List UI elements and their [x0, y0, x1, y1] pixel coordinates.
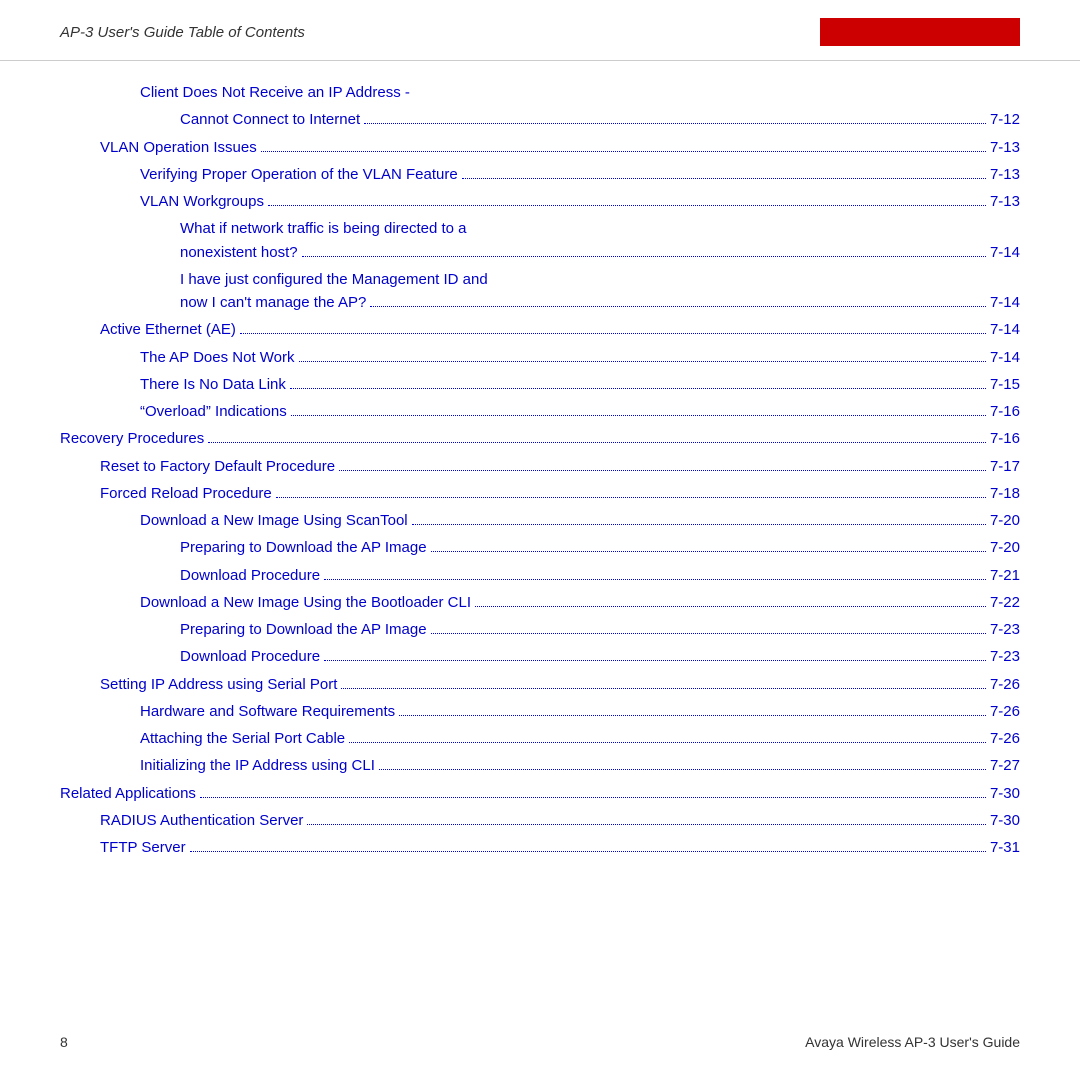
toc-entry-entry2: Cannot Connect to Internet 7-12	[60, 108, 1020, 131]
toc-entry-text: TFTP Server	[100, 836, 186, 859]
toc-entry-entry5: VLAN Workgroups 7-13	[60, 190, 1020, 213]
toc-entry-line2: now I can't manage the AP?7-14	[180, 291, 1020, 314]
toc-entry-text: Forced Reload Procedure	[100, 482, 272, 505]
toc-entry-page: 7-12	[990, 108, 1020, 131]
toc-entry-page: 7-23	[990, 645, 1020, 668]
toc-entry-text: Download Procedure	[180, 645, 320, 668]
toc-entry-text: RADIUS Authentication Server	[100, 809, 303, 832]
toc-entry-page: 7-21	[990, 564, 1020, 587]
toc-entry-text: VLAN Operation Issues	[100, 136, 257, 159]
toc-entry-entry20: Download Procedure 7-23	[60, 645, 1020, 668]
toc-entry-page: 7-16	[990, 427, 1020, 450]
toc-entry-entry13: Reset to Factory Default Procedure 7-17	[60, 455, 1020, 478]
footer-page-number: 8	[60, 1034, 68, 1050]
toc-entry-page: 7-26	[990, 673, 1020, 696]
toc-entry-text: Recovery Procedures	[60, 427, 204, 450]
toc-entry-text: Setting IP Address using Serial Port	[100, 673, 337, 696]
toc-content: Client Does Not Receive an IP Address - C…	[0, 61, 1080, 859]
toc-entry-text: Download a New Image Using the Bootloade…	[140, 591, 471, 614]
toc-entry-entry22: Hardware and Software Requirements 7-26	[60, 700, 1020, 723]
toc-entry-text: Preparing to Download the AP Image	[180, 536, 427, 559]
toc-entry-page: 7-14	[990, 318, 1020, 341]
toc-entry-entry9: The AP Does Not Work 7-14	[60, 346, 1020, 369]
toc-entry-text: Related Applications	[60, 782, 196, 805]
toc-entry-page: 7-20	[990, 536, 1020, 559]
toc-entry-entry21: Setting IP Address using Serial Port 7-26	[60, 673, 1020, 696]
toc-entry-text: Hardware and Software Requirements	[140, 700, 395, 723]
toc-entry-entry10: There Is No Data Link 7-15	[60, 373, 1020, 396]
toc-entry-line1: What if network traffic is being directe…	[180, 217, 1020, 240]
toc-entry-text: Active Ethernet (AE)	[100, 318, 236, 341]
toc-entry-text: Download a New Image Using ScanTool	[140, 509, 408, 532]
toc-entry-page: 7-13	[990, 190, 1020, 213]
toc-entry-text: Initializing the IP Address using CLI	[140, 754, 375, 777]
toc-entry-entry18: Download a New Image Using the Bootloade…	[60, 591, 1020, 614]
toc-entry-entry24: Initializing the IP Address using CLI 7-2…	[60, 754, 1020, 777]
toc-entry-text: There Is No Data Link	[140, 373, 286, 396]
toc-entry-entry3: VLAN Operation Issues 7-13	[60, 136, 1020, 159]
toc-entry-page: 7-26	[990, 727, 1020, 750]
page: AP-3 User's Guide Table of Contents Clie…	[0, 0, 1080, 1080]
toc-entry-text: Cannot Connect to Internet	[180, 108, 360, 131]
page-header: AP-3 User's Guide Table of Contents	[0, 0, 1080, 61]
toc-entry-page: 7-16	[990, 400, 1020, 423]
toc-entry-entry27: TFTP Server 7-31	[60, 836, 1020, 859]
toc-entry-entry11: “Overload” Indications 7-16	[60, 400, 1020, 423]
toc-entry-text: VLAN Workgroups	[140, 190, 264, 213]
toc-entry-text: Verifying Proper Operation of the VLAN F…	[140, 163, 458, 186]
header-red-bar	[820, 18, 1020, 46]
toc-entry-line2: nonexistent host?7-14	[180, 241, 1020, 264]
toc-entry-entry26: RADIUS Authentication Server 7-30	[60, 809, 1020, 832]
toc-entry-page: 7-23	[990, 618, 1020, 641]
toc-entry-page: 7-30	[990, 782, 1020, 805]
toc-entry-entry6a: What if network traffic is being directe…	[60, 217, 1020, 264]
toc-entry-text: Client Does Not Receive an IP Address -	[140, 81, 410, 104]
toc-entry-page: 7-13	[990, 163, 1020, 186]
toc-entry-entry8: Active Ethernet (AE) 7-14	[60, 318, 1020, 341]
toc-entry-text: Attaching the Serial Port Cable	[140, 727, 345, 750]
toc-entry-page: 7-27	[990, 754, 1020, 777]
toc-entry-page: 7-20	[990, 509, 1020, 532]
toc-entry-page: 7-17	[990, 455, 1020, 478]
toc-entry-text: Reset to Factory Default Procedure	[100, 455, 335, 478]
toc-entry-text: Preparing to Download the AP Image	[180, 618, 427, 641]
toc-entry-page: 7-15	[990, 373, 1020, 396]
toc-entry-entry12: Recovery Procedures 7-16	[60, 427, 1020, 450]
toc-entry-page: 7-31	[990, 836, 1020, 859]
toc-entry-text: “Overload” Indications	[140, 400, 287, 423]
toc-entry-text: The AP Does Not Work	[140, 346, 295, 369]
toc-entry-entry14: Forced Reload Procedure 7-18	[60, 482, 1020, 505]
toc-entry-entry1: Client Does Not Receive an IP Address -	[60, 81, 1020, 104]
toc-entry-entry23: Attaching the Serial Port Cable 7-26	[60, 727, 1020, 750]
page-footer: 8 Avaya Wireless AP-3 User's Guide	[0, 1034, 1080, 1050]
toc-entry-entry16: Preparing to Download the AP Image 7-20	[60, 536, 1020, 559]
toc-entry-entry25: Related Applications 7-30	[60, 782, 1020, 805]
footer-doc-title: Avaya Wireless AP-3 User's Guide	[805, 1034, 1020, 1050]
toc-entry-entry15: Download a New Image Using ScanTool 7-20	[60, 509, 1020, 532]
toc-entry-text: Download Procedure	[180, 564, 320, 587]
toc-entry-page: 7-22	[990, 591, 1020, 614]
toc-entry-line1: I have just configured the Management ID…	[180, 268, 1020, 291]
header-title: AP-3 User's Guide Table of Contents	[60, 24, 305, 41]
toc-entry-page: 7-13	[990, 136, 1020, 159]
toc-entry-entry4: Verifying Proper Operation of the VLAN F…	[60, 163, 1020, 186]
toc-entry-page: 7-26	[990, 700, 1020, 723]
toc-entry-entry17: Download Procedure 7-21	[60, 564, 1020, 587]
toc-entry-entry7a: I have just configured the Management ID…	[60, 268, 1020, 315]
toc-entry-page: 7-30	[990, 809, 1020, 832]
toc-entry-entry19: Preparing to Download the AP Image 7-23	[60, 618, 1020, 641]
toc-entry-page: 7-14	[990, 346, 1020, 369]
toc-entry-page: 7-18	[990, 482, 1020, 505]
